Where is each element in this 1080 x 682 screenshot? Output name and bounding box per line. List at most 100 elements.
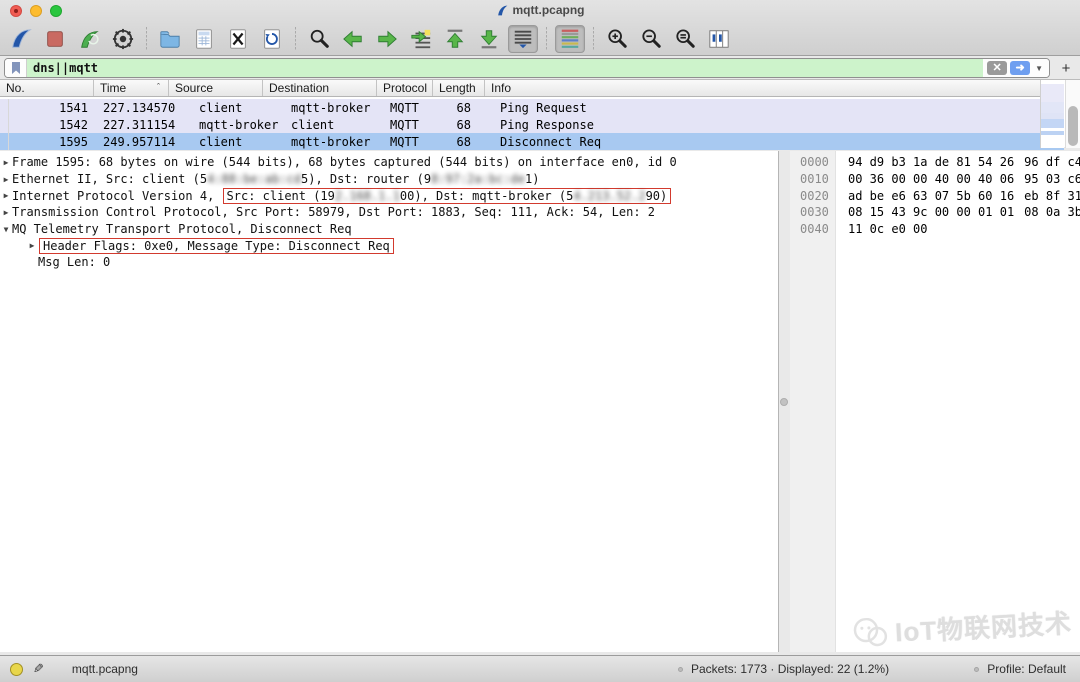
packet-list-scrollbar[interactable] — [1065, 80, 1080, 148]
packet-row-1541[interactable]: 1541227.134570clientmqtt-brokerMQTT68Pin… — [0, 99, 1064, 116]
go-last-icon — [478, 28, 500, 50]
restart-capture-button[interactable] — [74, 25, 104, 53]
packet-row-1595[interactable]: 1595249.957114clientmqtt-brokerMQTT68Dis… — [0, 133, 1064, 150]
detail-line[interactable]: Msg Len: 0 — [0, 254, 778, 271]
go-first-icon — [444, 28, 466, 50]
detail-text: Header Flags: 0xe0, Message Type: Discon… — [43, 239, 390, 253]
zoom-original-button[interactable] — [670, 25, 700, 53]
expert-info-icon[interactable] — [10, 663, 23, 676]
detail-text: Src: client (19 — [227, 189, 335, 203]
resize-columns-icon — [708, 28, 730, 50]
column-header-protocol[interactable]: Protocol — [377, 80, 433, 96]
close-file-button[interactable] — [223, 25, 253, 53]
go-first-button[interactable] — [440, 25, 470, 53]
display-filter-field[interactable]: dns||mqtt ✕ ➜ ▼ — [4, 58, 1050, 78]
cell-no: 1541 — [0, 101, 95, 115]
go-back-button[interactable] — [338, 25, 368, 53]
hex-offset: 0020 — [790, 189, 836, 203]
redacted-text: 2.168.1.1 — [335, 189, 400, 203]
column-header-no[interactable]: No. — [0, 80, 94, 96]
hex-bytes: 95 03 c6 — [1024, 172, 1080, 186]
detail-line[interactable]: ▶ Header Flags: 0xe0, Message Type: Disco… — [0, 237, 778, 254]
filter-clear-button[interactable]: ✕ — [987, 61, 1007, 75]
tree-collapsed-icon[interactable]: ▶ — [26, 241, 38, 250]
window-title: mqtt.pcapng — [0, 3, 1080, 17]
detail-text: Frame 1595: 68 bytes on wire (544 bits),… — [12, 155, 677, 169]
hex-row[interactable]: 004011 0c e0 00 — [790, 221, 1080, 238]
hex-bytes: 08 15 43 9c 00 00 01 01 — [848, 205, 1014, 219]
packet-list-rows: 1541227.134570clientmqtt-brokerMQTT68Pin… — [0, 99, 1064, 150]
column-header-length[interactable]: Length — [433, 80, 485, 96]
filter-dropdown-caret-icon[interactable]: ▼ — [1033, 64, 1045, 73]
detail-line[interactable]: ▶Ethernet II, Src: client (54:88:be:ab:c… — [0, 171, 778, 188]
pane-splitter[interactable] — [779, 151, 790, 652]
stop-capture-button[interactable] — [40, 25, 70, 53]
packet-details-pane: ▶Frame 1595: 68 bytes on wire (544 bits)… — [0, 151, 779, 652]
wechat-icon — [852, 616, 888, 648]
hex-row[interactable]: 003008 15 43 9c 00 00 01 0108 0a 3b — [790, 204, 1080, 221]
cell-info: Ping Request — [485, 101, 1064, 115]
zoom-out-button[interactable] — [636, 25, 666, 53]
save-file-icon — [193, 28, 215, 50]
column-header-source[interactable]: Source — [169, 80, 263, 96]
redacted-text: 8:97:2a:bc:de — [431, 172, 525, 186]
tree-expanded-icon[interactable]: ▼ — [0, 225, 12, 234]
hex-bytes: 00 36 00 00 40 00 40 06 — [848, 172, 1014, 186]
filter-add-button[interactable]: + — [1056, 60, 1076, 77]
hex-row[interactable]: 000094 d9 b3 1a de 81 54 2696 df c4 — [790, 154, 1080, 171]
column-header-time[interactable]: Timeˆ — [94, 80, 169, 96]
packet-row-1542[interactable]: 1542227.311154mqtt-brokerclientMQTT68Pin… — [0, 116, 1064, 133]
packet-list-scrollbar-thumb[interactable] — [1068, 106, 1078, 146]
start-capture-button[interactable] — [6, 25, 36, 53]
detail-line[interactable]: ▶Frame 1595: 68 bytes on wire (544 bits)… — [0, 154, 778, 171]
cell-info: Disconnect Req — [485, 135, 1064, 149]
detail-text: MQ Telemetry Transport Protocol, Disconn… — [12, 222, 352, 236]
profile-indicator[interactable]: Profile: Default — [987, 662, 1066, 676]
hex-offset: 0030 — [790, 205, 836, 219]
hex-bytes: 94 d9 b3 1a de 81 54 26 — [848, 155, 1014, 169]
capture-options-button[interactable] — [108, 25, 138, 53]
column-header-info[interactable]: Info — [485, 80, 1064, 96]
minimap-stripe — [1041, 135, 1064, 148]
detail-line[interactable]: ▶Internet Protocol Version 4, Src: clien… — [0, 187, 778, 204]
go-forward-button[interactable] — [372, 25, 402, 53]
tree-collapsed-icon[interactable]: ▶ — [0, 175, 12, 184]
display-filter-bar: dns||mqtt ✕ ➜ ▼ + — [4, 58, 1076, 78]
hex-bytes: 96 df c4 — [1024, 155, 1080, 169]
tree-collapsed-icon[interactable]: ▶ — [0, 158, 12, 167]
save-file-button[interactable] — [189, 25, 219, 53]
filter-apply-button[interactable]: ➜ — [1010, 61, 1030, 75]
main-toolbar — [6, 24, 738, 54]
go-to-packet-button[interactable] — [406, 25, 436, 53]
display-filter-input[interactable]: dns||mqtt — [27, 59, 983, 77]
detail-text: Transmission Control Protocol, Src Port:… — [12, 205, 655, 219]
tree-collapsed-icon[interactable]: ▶ — [0, 208, 12, 217]
zoom-in-button[interactable] — [602, 25, 632, 53]
detail-line[interactable]: ▶Transmission Control Protocol, Src Port… — [0, 204, 778, 221]
go-last-button[interactable] — [474, 25, 504, 53]
hex-row[interactable]: 001000 36 00 00 40 00 40 0695 03 c6 — [790, 171, 1080, 188]
tree-collapsed-icon[interactable]: ▶ — [0, 191, 12, 200]
capture-comment-icon[interactable]: ✎ — [33, 661, 44, 677]
filter-bookmark-icon[interactable] — [5, 59, 27, 77]
cell-no: 1542 — [0, 118, 95, 132]
detail-line[interactable]: ▼MQ Telemetry Transport Protocol, Discon… — [0, 221, 778, 238]
column-header-destination[interactable]: Destination — [263, 80, 377, 96]
splitter-grip[interactable] — [780, 398, 788, 406]
intelligent-scrollbar-minimap[interactable] — [1040, 80, 1064, 148]
cell-protocol: MQTT — [382, 135, 438, 149]
reload-file-button[interactable] — [257, 25, 287, 53]
hex-offset: 0040 — [790, 222, 836, 236]
cell-no: 1595 — [0, 135, 95, 149]
resize-columns-button[interactable] — [704, 25, 734, 53]
find-packet-button[interactable] — [304, 25, 334, 53]
cell-destination: mqtt-broker — [283, 135, 382, 149]
minimap-stripe — [1041, 84, 1064, 102]
detail-text: Ethernet II, Src: client (5 — [12, 172, 207, 186]
open-file-button[interactable] — [155, 25, 185, 53]
colorize-button[interactable] — [555, 25, 585, 53]
auto-scroll-button[interactable] — [508, 25, 538, 53]
packet-list-left-edge — [8, 99, 9, 150]
title-bar[interactable]: mqtt.pcapng — [0, 0, 1080, 22]
hex-row[interactable]: 0020ad be e6 63 07 5b 60 16eb 8f 31 — [790, 187, 1080, 204]
